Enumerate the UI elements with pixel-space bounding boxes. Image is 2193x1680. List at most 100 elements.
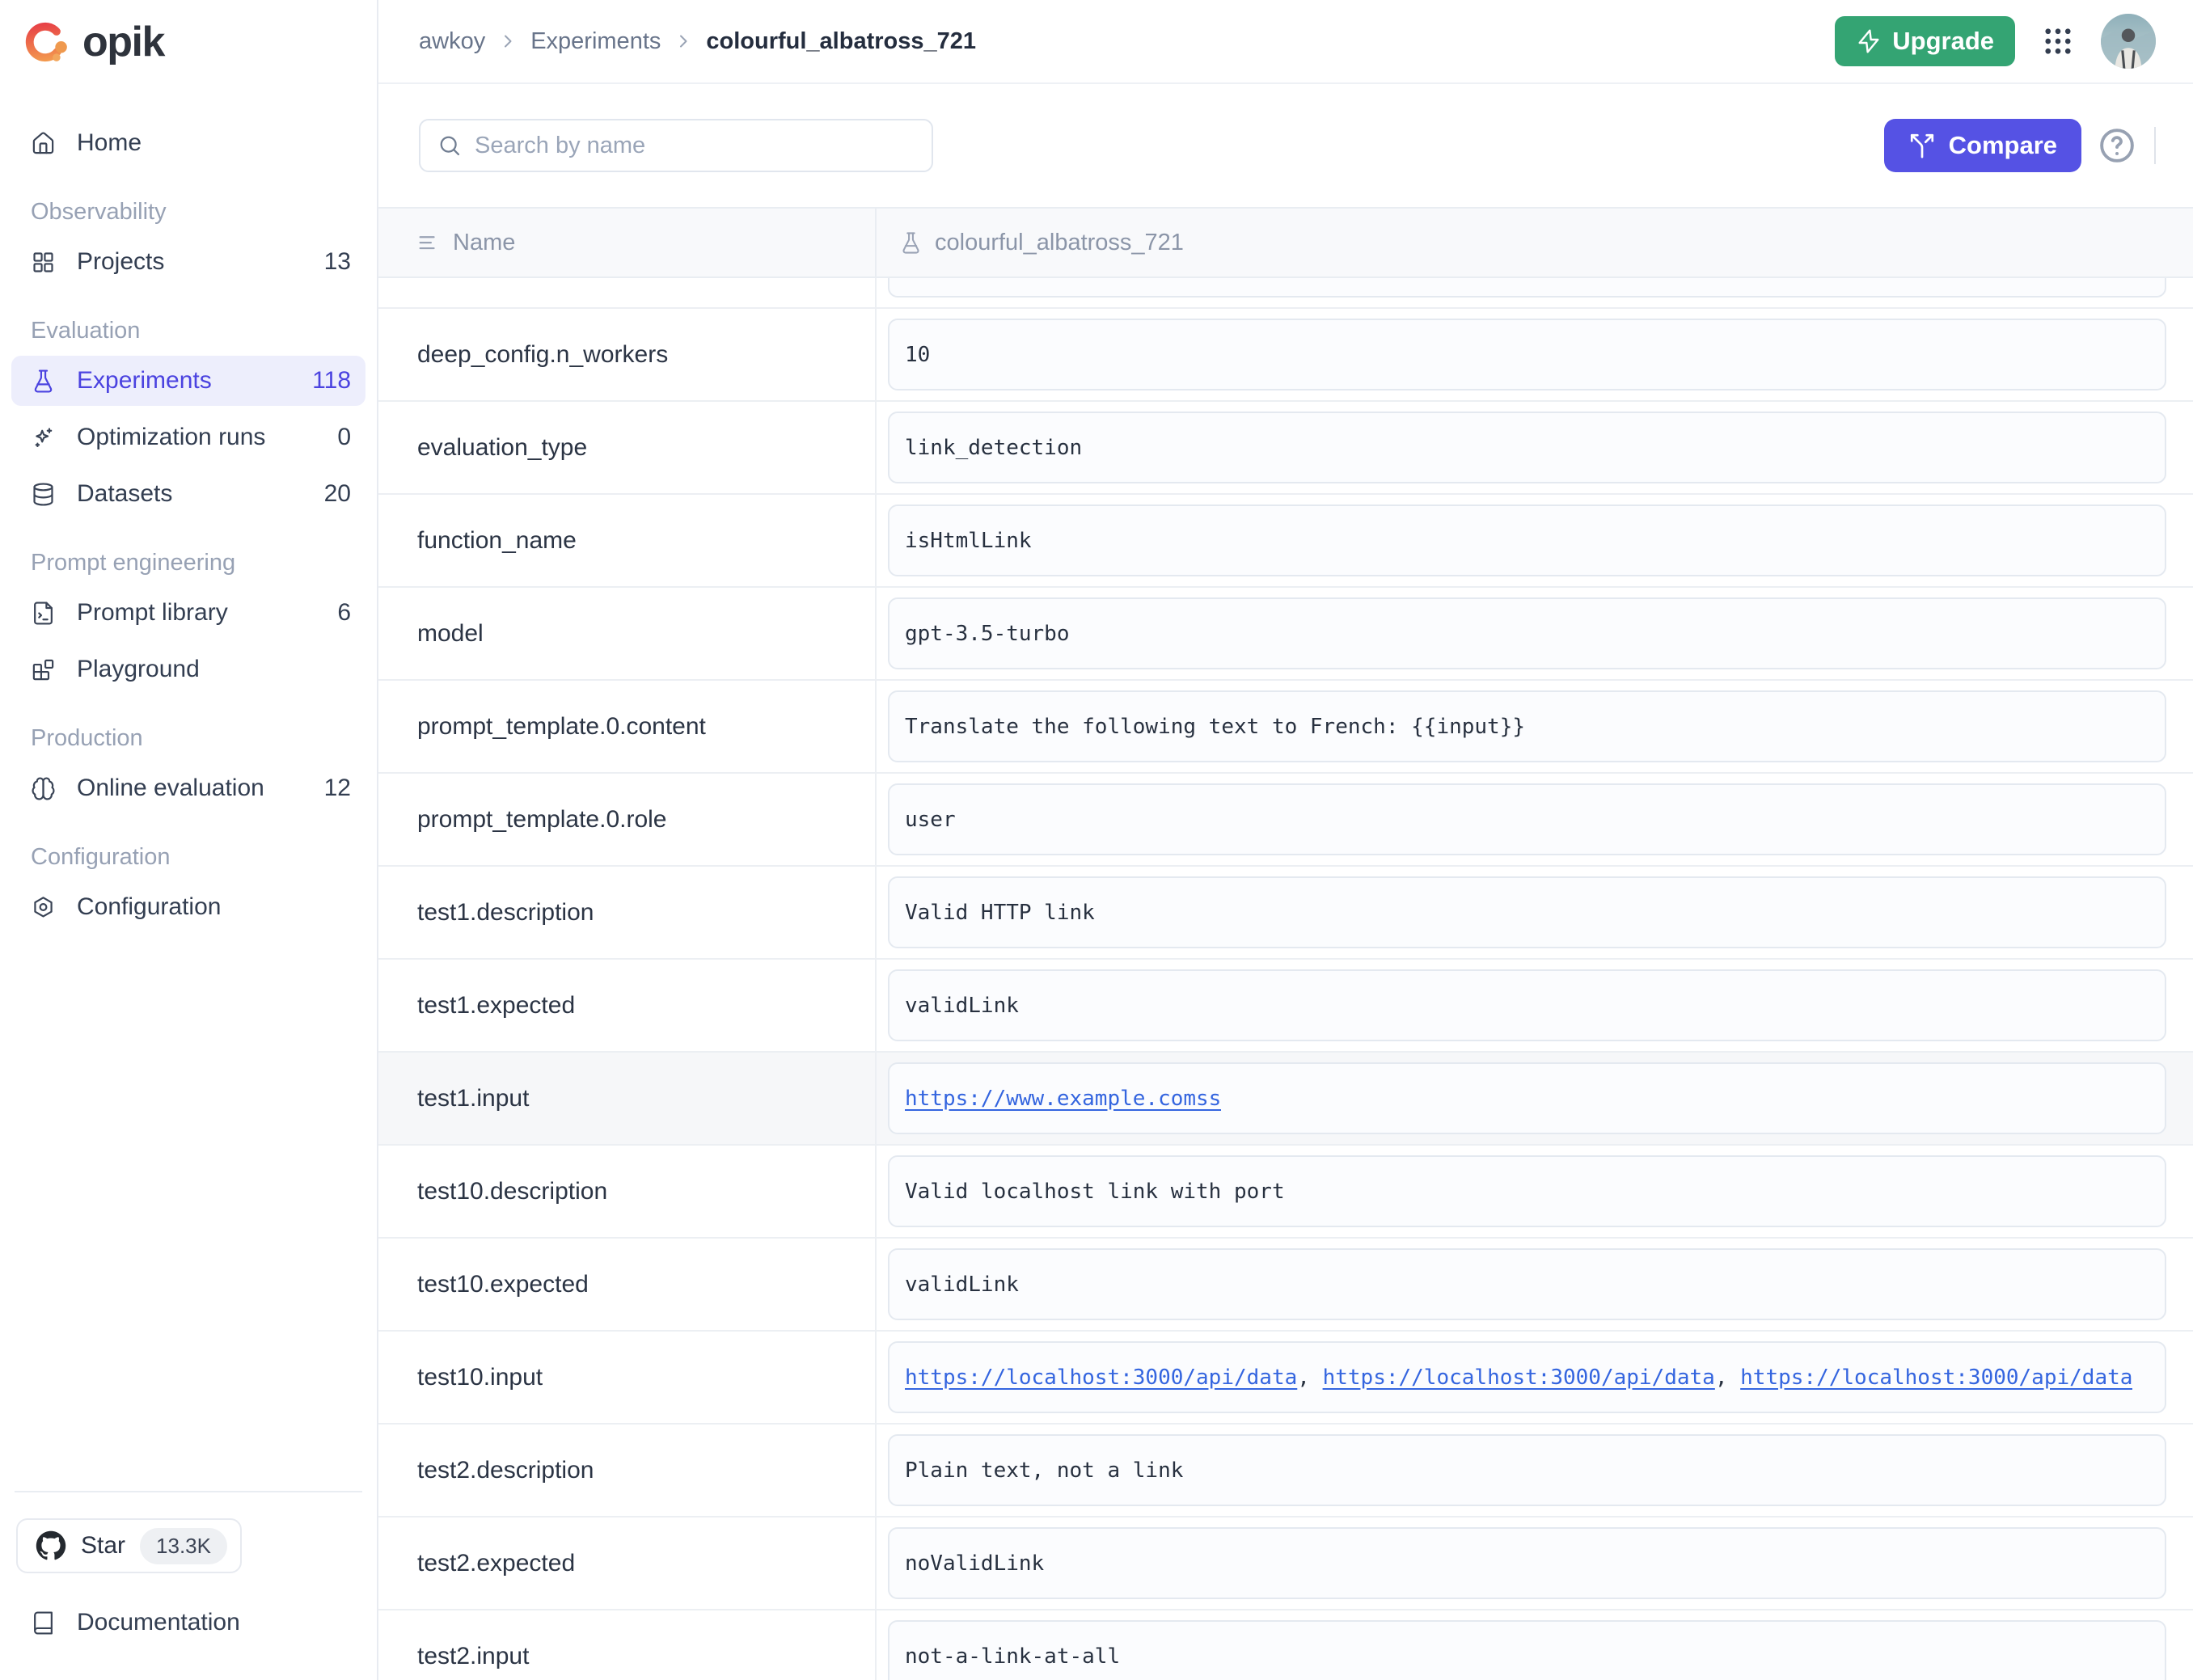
breadcrumb-experiments[interactable]: Experiments	[530, 28, 661, 55]
table-row[interactable]: function_name isHtmlLink	[378, 495, 2193, 588]
sidebar-item-playground[interactable]: Playground	[11, 644, 366, 694]
row-value-cell: user	[877, 774, 2193, 865]
row-value: validLink	[905, 994, 1019, 1018]
table-row[interactable]: test2.description Plain text, not a link	[378, 1425, 2193, 1517]
row-name: test1.description	[417, 899, 594, 927]
upgrade-button[interactable]: Upgrade	[1835, 16, 2015, 66]
breadcrumb: awkoy Experiments colourful_albatross_72…	[419, 28, 976, 55]
row-name-cell: test10.description	[378, 1146, 877, 1237]
row-value-box: 10	[888, 319, 2166, 390]
opik-logo-icon	[24, 19, 71, 65]
chevron-right-icon	[674, 32, 693, 51]
value-link[interactable]: https://localhost:3000/api/data	[905, 1366, 1297, 1390]
row-value-cell	[877, 278, 2193, 307]
row-value: https://localhost:3000/api/data, https:/…	[905, 1366, 2132, 1390]
settings-hexagon-icon	[31, 895, 56, 920]
row-name-cell: test10.expected	[378, 1239, 877, 1330]
row-value: gpt-3.5-turbo	[905, 622, 1070, 646]
sidebar-item-label: Online evaluation	[77, 775, 303, 802]
table-row[interactable]: deep_config.n_workers 10	[378, 309, 2193, 402]
sidebar-section-items: Experiments 118 Optimization runs 0 Data…	[11, 356, 366, 519]
breadcrumb-workspace[interactable]: awkoy	[419, 28, 485, 55]
sidebar-item-online-evaluation[interactable]: Online evaluation 12	[11, 763, 366, 813]
home-icon	[31, 131, 56, 156]
sidebar-item-configuration[interactable]: Configuration	[11, 882, 366, 932]
row-value-box: gpt-3.5-turbo	[888, 597, 2166, 669]
sidebar-section-title: Configuration	[11, 844, 366, 871]
row-name-cell: test1.description	[378, 867, 877, 958]
sidebar-item-datasets[interactable]: Datasets 20	[11, 469, 366, 519]
row-value-cell: link_detection	[877, 402, 2193, 493]
sidebar-item-label: Experiments	[77, 367, 291, 395]
search-input[interactable]	[475, 133, 915, 159]
sidebar-item-experiments[interactable]: Experiments 118	[11, 356, 366, 406]
sidebar-section-title: Observability	[11, 199, 366, 226]
row-value: Plain text, not a link	[905, 1458, 1183, 1483]
sidebar-item-projects[interactable]: Projects 13	[11, 237, 366, 287]
sidebar-item-label: Datasets	[77, 480, 303, 508]
table-row[interactable]: test10.expected validLink	[378, 1239, 2193, 1332]
opik-logo[interactable]: opik	[0, 0, 377, 84]
sidebar-item-label: Prompt library	[77, 599, 316, 627]
row-value: validLink	[905, 1273, 1019, 1297]
row-value-box: noValidLink	[888, 1527, 2166, 1599]
sidebar-item-label: Configuration	[77, 893, 351, 921]
sidebar-item-label: Documentation	[77, 1609, 351, 1636]
row-value-box: Translate the following text to French: …	[888, 690, 2166, 762]
value-link[interactable]: https://localhost:3000/api/data	[1323, 1366, 1715, 1390]
row-value: Valid localhost link with port	[905, 1180, 1285, 1204]
compare-label: Compare	[1949, 131, 2057, 160]
table-row[interactable]: test10.input https://localhost:3000/api/…	[378, 1332, 2193, 1425]
sidebar-footer: Star 13.3K Documentation	[0, 1491, 377, 1680]
avatar[interactable]	[2101, 14, 2156, 69]
top-bar: awkoy Experiments colourful_albatross_72…	[378, 0, 2193, 84]
file-terminal-icon	[31, 601, 56, 626]
table-row[interactable]: test10.description Valid localhost link …	[378, 1146, 2193, 1239]
sidebar-section-items: Configuration	[11, 882, 366, 932]
row-value-box: https://localhost:3000/api/data, https:/…	[888, 1341, 2166, 1413]
row-value-cell: https://localhost:3000/api/data, https:/…	[877, 1332, 2193, 1423]
sidebar-item-optimization-runs[interactable]: Optimization runs 0	[11, 412, 366, 462]
sidebar-footer-divider	[15, 1491, 362, 1492]
row-name: test2.description	[417, 1457, 594, 1484]
row-value-box: not-a-link-at-all	[888, 1620, 2166, 1680]
sidebar-item-label: Optimization runs	[77, 424, 316, 451]
value-link[interactable]: https://localhost:3000/api/data	[1740, 1366, 2132, 1390]
row-name: model	[417, 620, 484, 648]
row-value-box: isHtmlLink	[888, 504, 2166, 576]
search-icon	[437, 133, 463, 158]
sidebar-section: Production Online evaluation 12	[11, 725, 366, 813]
compare-button[interactable]: Compare	[1884, 119, 2081, 172]
row-name: test10.input	[417, 1364, 543, 1391]
value-link[interactable]: https://www.example.comss	[905, 1087, 1221, 1111]
help-button[interactable]	[2096, 125, 2138, 167]
row-value-cell: Valid localhost link with port	[877, 1146, 2193, 1237]
table-row[interactable]: prompt_template.0.content Translate the …	[378, 681, 2193, 774]
text-align-icon	[417, 231, 441, 255]
table-row[interactable]: prompt_template.0.role user	[378, 774, 2193, 867]
sidebar-nav: Home Observability Projects 13 Evaluatio…	[0, 84, 377, 939]
table-row[interactable]: test1.expected validLink	[378, 960, 2193, 1053]
apps-grid-button[interactable]	[2041, 24, 2075, 58]
row-value: 10	[905, 343, 930, 367]
row-name-cell: test1.input	[378, 1053, 877, 1144]
row-value-cell: Valid HTTP link	[877, 867, 2193, 958]
github-star-button[interactable]: Star 13.3K	[16, 1518, 242, 1573]
table-row[interactable]: test2.expected noValidLink	[378, 1517, 2193, 1610]
database-icon	[31, 482, 56, 507]
opik-app: opik Home Observability Projects 13 Eval…	[0, 0, 2193, 1680]
sidebar-item-documentation[interactable]: Documentation	[11, 1598, 366, 1648]
sidebar-item-home[interactable]: Home	[11, 118, 366, 168]
experiment-items-table: Name colourful_albatross_721 deep_config…	[378, 207, 2193, 1680]
table-row[interactable]: test2.input not-a-link-at-all	[378, 1610, 2193, 1680]
table-row[interactable]: evaluation_type link_detection	[378, 402, 2193, 495]
sidebar-section: Observability Projects 13	[11, 199, 366, 287]
sidebar-item-prompt-library[interactable]: Prompt library 6	[11, 588, 366, 638]
table-row-partial	[378, 278, 2193, 309]
table-row[interactable]: test1.description Valid HTTP link	[378, 867, 2193, 960]
upgrade-label: Upgrade	[1892, 27, 1994, 56]
row-value: user	[905, 808, 956, 832]
table-row[interactable]: test1.input https://www.example.comss	[378, 1053, 2193, 1146]
table-row[interactable]: model gpt-3.5-turbo	[378, 588, 2193, 681]
row-value-cell: isHtmlLink	[877, 495, 2193, 586]
